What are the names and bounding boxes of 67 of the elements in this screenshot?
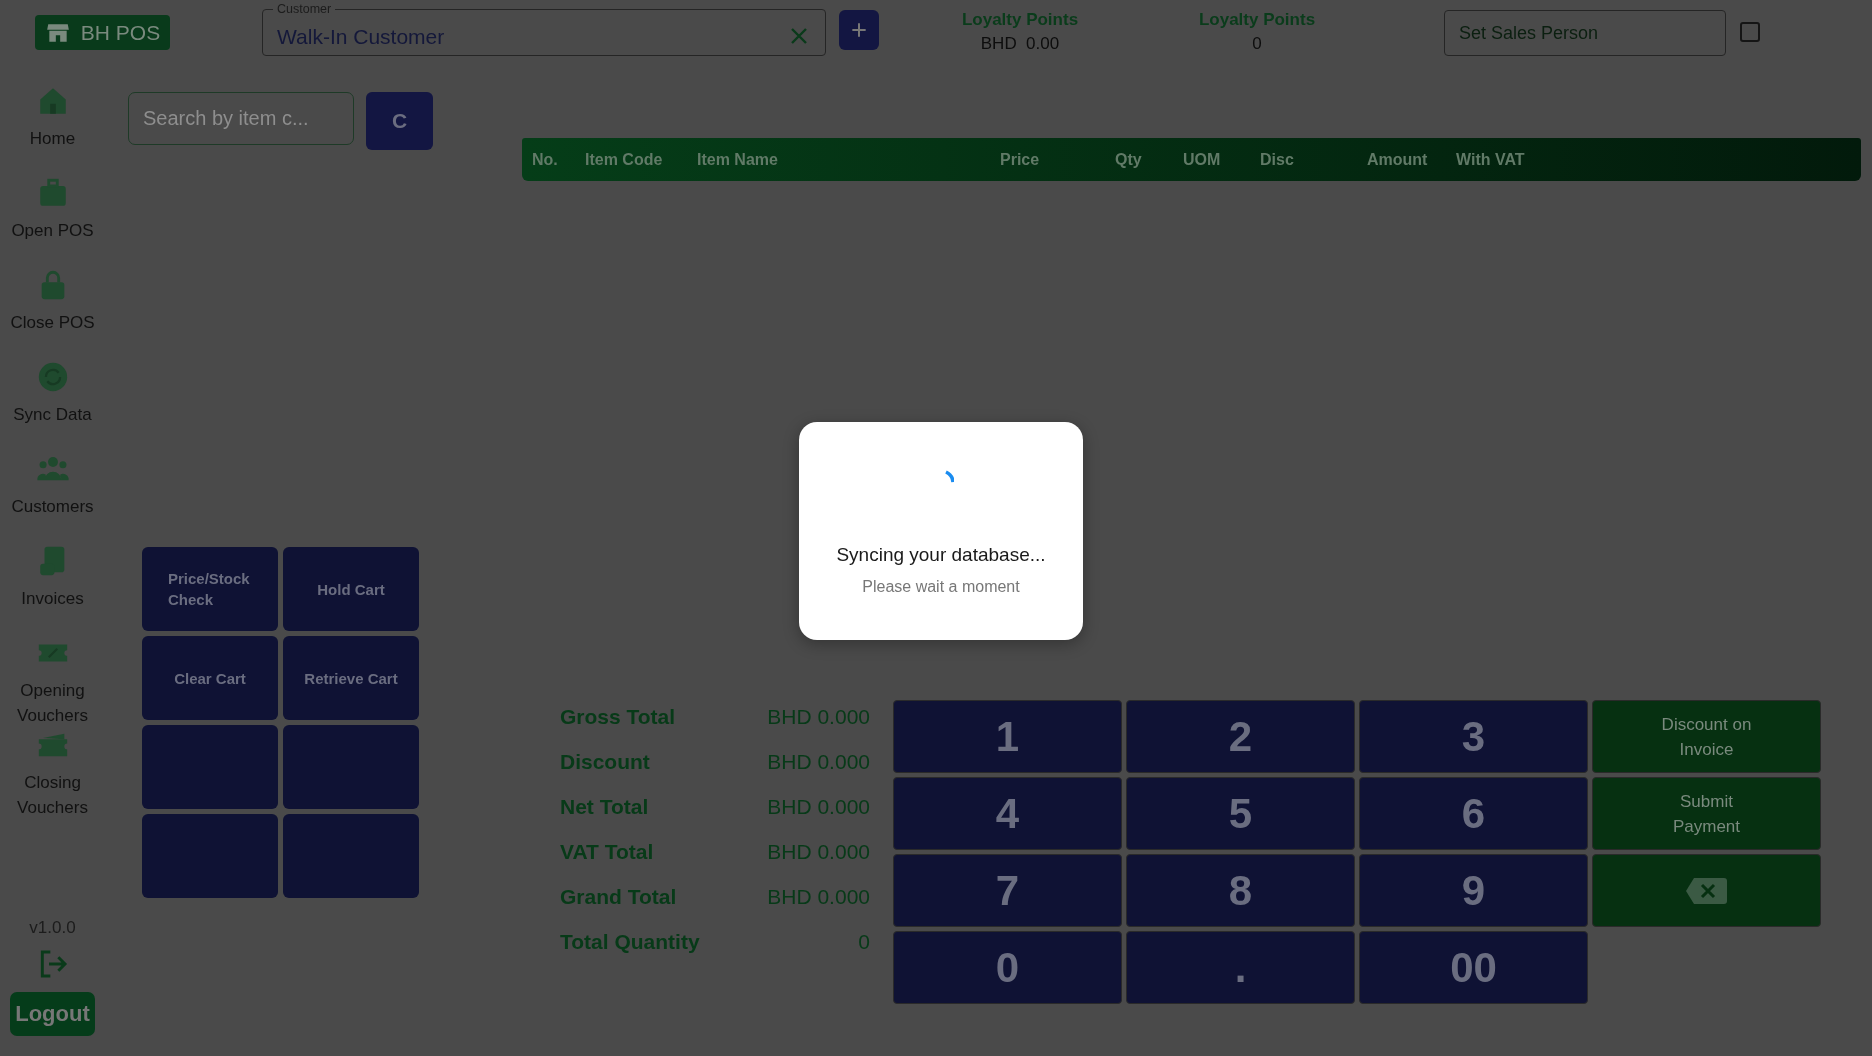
blank-button[interactable]: [142, 814, 278, 898]
total-value: BHD 0.000: [766, 704, 870, 730]
sidebar-item[interactable]: Close POS: [0, 268, 105, 360]
blank-button[interactable]: [283, 725, 419, 809]
total-label: Gross Total: [560, 704, 677, 730]
keypad-key[interactable]: 4: [893, 777, 1122, 850]
sidebar-item[interactable]: Open POS: [0, 176, 105, 268]
sidebar-item[interactable]: Invoices: [0, 544, 105, 636]
keypad-key[interactable]: 00: [1359, 931, 1588, 1004]
backspace-icon: [1684, 875, 1729, 906]
total-value: BHD 0.000: [766, 749, 870, 775]
keypad-key[interactable]: 2: [1126, 700, 1355, 773]
blank-button[interactable]: [283, 814, 419, 898]
sidebar-item[interactable]: Sync Data: [0, 360, 105, 452]
dialog-message: Please wait a moment: [862, 578, 1020, 596]
loyalty-value: 0: [1252, 34, 1262, 54]
backspace-button[interactable]: [1592, 854, 1821, 927]
search-button[interactable]: C: [366, 92, 433, 150]
total-label: Total Quantity: [560, 929, 701, 955]
loyalty-label: Loyalty Points: [961, 10, 1079, 30]
keypad-key[interactable]: 5: [1126, 777, 1355, 850]
total-value: BHD 0.000: [766, 794, 870, 820]
total-value: BHD 0.000: [766, 839, 870, 865]
column-header: Item Code: [585, 150, 664, 169]
column-header: No.: [532, 150, 559, 169]
sidebar-item[interactable]: Customers: [0, 452, 105, 544]
keypad-key[interactable]: 7: [893, 854, 1122, 927]
column-header: Disc: [1260, 150, 1295, 169]
sidebar-item[interactable]: Home: [0, 84, 105, 176]
action-button[interactable]: Clear Cart: [142, 636, 278, 720]
keypad-key[interactable]: 8: [1126, 854, 1355, 927]
action-button[interactable]: Hold Cart: [283, 547, 419, 631]
add-customer-button[interactable]: [839, 10, 879, 50]
sidebar-item[interactable]: Closing Vouchers: [0, 728, 105, 820]
keypad-key[interactable]: 9: [1359, 854, 1588, 927]
logout-button[interactable]: Logout: [10, 992, 95, 1036]
column-header: Qty: [1115, 150, 1143, 169]
action-button[interactable]: Retrieve Cart: [283, 636, 419, 720]
keypad-key[interactable]: 1: [893, 700, 1122, 773]
action-button[interactable]: Price/Stock Check: [142, 547, 278, 631]
total-value: BHD 0.000: [766, 884, 870, 910]
loyalty-label: Loyalty Points: [1198, 10, 1316, 30]
sales-person-field[interactable]: Set Sales Person: [1444, 10, 1726, 56]
plus-icon: [849, 20, 869, 40]
checkbox[interactable]: [1740, 22, 1760, 42]
loyalty-value: BHD 0.00: [980, 34, 1060, 54]
action-button[interactable]: Discount on Invoice: [1592, 700, 1821, 773]
column-header: Price: [1000, 150, 1041, 169]
column-header: Item Name: [697, 150, 779, 169]
total-value: 0: [857, 929, 870, 955]
blank-button[interactable]: [142, 725, 278, 809]
total-label: VAT Total: [560, 839, 655, 865]
keypad-key[interactable]: 0: [893, 931, 1122, 1004]
total-label: Discount: [560, 749, 651, 775]
action-button[interactable]: Submit Payment: [1592, 777, 1821, 850]
column-header: Amount: [1367, 150, 1429, 169]
column-header: With VAT: [1456, 150, 1526, 169]
dialog-title: Syncing your database...: [836, 544, 1046, 566]
column-header: UOM: [1183, 150, 1222, 169]
keypad-key[interactable]: 6: [1359, 777, 1588, 850]
sidebar-item[interactable]: Opening Vouchers: [0, 636, 105, 728]
app-name: BH POS: [80, 20, 161, 45]
search-field[interactable]: Search by item c...: [128, 92, 354, 145]
keypad-key[interactable]: 3: [1359, 700, 1588, 773]
total-label: Net Total: [560, 794, 650, 820]
total-label: Grand Total: [560, 884, 678, 910]
keypad-key[interactable]: .: [1126, 931, 1355, 1004]
